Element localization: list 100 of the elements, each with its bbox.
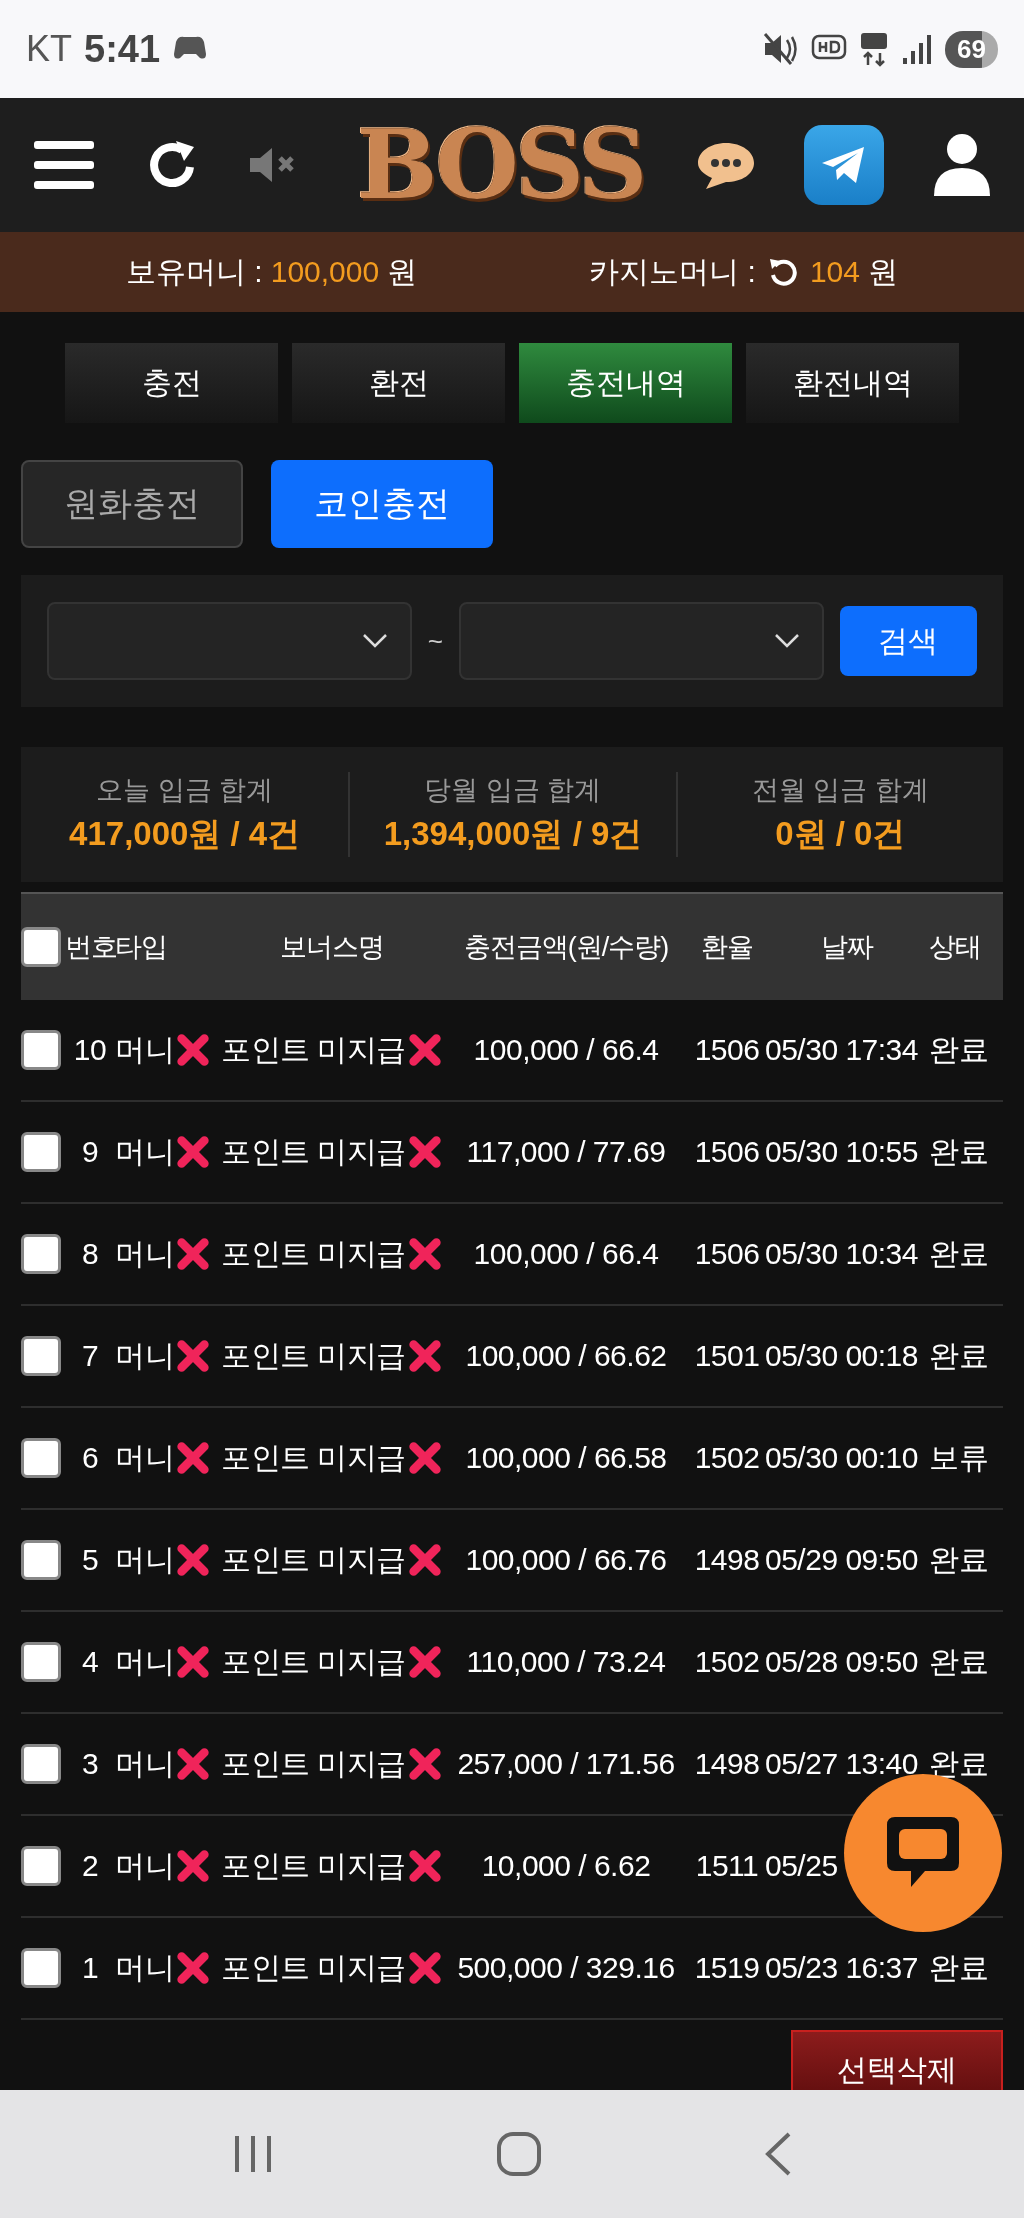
delete-selected-button[interactable]: 선택삭제 — [791, 2030, 1003, 2090]
network-5g-icon — [859, 31, 890, 67]
tab[interactable]: 충전 — [65, 343, 278, 423]
summary-label: 전월 입금 합계 — [751, 774, 929, 807]
tab[interactable]: 환전내역 — [746, 343, 959, 423]
table-cell-text: 포인트 미지급 — [221, 1643, 406, 1680]
table-cell: 10 — [73, 1033, 107, 1067]
table-cell: 117,000 / 77.69 — [466, 1135, 666, 1169]
table-cell: 4 — [81, 1645, 99, 1679]
checkbox[interactable] — [21, 1846, 61, 1886]
tab[interactable]: 환전 — [292, 343, 505, 423]
chevron-down-icon — [773, 633, 800, 649]
table-cell-text: 머니 — [115, 1541, 174, 1578]
table-cell: 1506 — [694, 1033, 760, 1067]
charge-type-button[interactable]: 코인충전 — [271, 460, 493, 548]
cross-icon — [174, 1133, 212, 1171]
refresh-icon[interactable] — [767, 257, 798, 287]
table-cell-text: 포인트 미지급 — [221, 1847, 406, 1884]
table-cell: 500,000 / 329.16 — [457, 1951, 675, 1985]
table-cell-text: 포인트 미지급 — [221, 1133, 406, 1170]
table-cell-text: 포인트 미지급 — [221, 1235, 406, 1272]
cross-icon — [174, 1439, 212, 1477]
table-cell-text: 머니 — [115, 1031, 174, 1068]
cross-icon — [174, 1541, 212, 1579]
table-cell: 1502 — [694, 1441, 760, 1475]
summary-value: 417,000원 / 4건 — [69, 814, 301, 854]
telegram-button[interactable] — [803, 125, 884, 205]
table-cell: 100,000 / 66.58 — [465, 1441, 667, 1475]
carrier-text: KT — [26, 28, 72, 70]
table-cell-text: 포인트 미지급 — [221, 1745, 406, 1782]
table-cell: 100,000 / 66.62 — [465, 1339, 667, 1373]
table-cell: 05/30 10:55 — [765, 1135, 918, 1169]
table-cell: 05/28 09:50 — [765, 1645, 918, 1679]
table-cell-text: 머니 — [115, 1745, 174, 1782]
table-cell: 1506 — [694, 1237, 760, 1271]
table-cell-text: 완료 — [929, 1949, 988, 1986]
checkbox[interactable] — [21, 1438, 61, 1478]
column-header: 타입 — [115, 931, 167, 964]
column-header: 보너스명 — [280, 931, 384, 964]
cross-icon — [174, 1847, 212, 1885]
search-button[interactable]: 검색 — [839, 606, 977, 676]
column-header: 상태 — [929, 931, 981, 964]
checkbox[interactable] — [21, 1540, 61, 1580]
user-button[interactable] — [931, 132, 992, 198]
table-cell: 05/30 00:10 — [765, 1441, 918, 1475]
battery-level: 69 — [945, 30, 998, 68]
checkbox[interactable] — [21, 1642, 61, 1682]
table-cell-text: 머니 — [115, 1337, 174, 1374]
cross-icon — [174, 1745, 212, 1783]
table-cell-text: 머니 — [115, 1439, 174, 1476]
column-header: 날짜 — [821, 931, 873, 964]
table-cell: 1502 — [694, 1645, 760, 1679]
table-cell: 05/27 13:40 — [765, 1747, 918, 1781]
checkbox[interactable] — [21, 927, 61, 967]
clock-text: 5:41 — [84, 27, 161, 71]
casino-money-label: 카지노머니 : — [589, 253, 756, 290]
table-cell: 9 — [81, 1135, 99, 1169]
table-cell-text: 머니 — [115, 1949, 174, 1986]
chevron-down-icon — [361, 633, 388, 649]
checkbox[interactable] — [21, 1336, 61, 1376]
table-cell-text: 포인트 미지급 — [221, 1439, 406, 1476]
table-cell-text: 완료 — [929, 1745, 988, 1782]
table-cell-text: 완료 — [929, 1031, 988, 1068]
checkbox[interactable] — [21, 1030, 61, 1070]
table-cell: 1501 — [694, 1339, 760, 1373]
table-cell: 05/23 16:37 — [765, 1951, 918, 1985]
table-cell: 6 — [81, 1441, 99, 1475]
column-header: 환율 — [701, 931, 753, 964]
table-cell: 1506 — [694, 1135, 760, 1169]
checkbox[interactable] — [21, 1744, 61, 1784]
table-cell-text: 머니 — [115, 1847, 174, 1884]
cross-icon — [174, 1949, 212, 1987]
home-icon[interactable] — [496, 2131, 542, 2177]
table-cell: 1498 — [694, 1747, 760, 1781]
column-header: 번호 — [65, 931, 117, 964]
summary-label: 오늘 입금 합계 — [96, 774, 274, 807]
table-cell: 8 — [81, 1237, 99, 1271]
checkbox[interactable] — [21, 1132, 61, 1172]
casino-money-value: 104 원 — [809, 253, 898, 290]
table-cell-text: 포인트 미지급 — [221, 1541, 406, 1578]
checkbox[interactable] — [21, 1948, 61, 1988]
summary-value: 1,394,000원 / 9건 — [383, 814, 643, 854]
table-cell: 257,000 / 171.56 — [457, 1747, 675, 1781]
summary-label: 당월 입금 합계 — [424, 774, 602, 807]
cross-icon — [174, 1235, 212, 1273]
table-cell-text: 완료 — [929, 1337, 988, 1374]
table-cell: 1498 — [694, 1543, 760, 1577]
table-cell: 100,000 / 66.76 — [465, 1543, 667, 1577]
cross-icon — [174, 1031, 212, 1069]
tab[interactable]: 충전내역 — [519, 343, 732, 423]
table-cell: 2 — [81, 1849, 99, 1883]
table-cell: 05/30 17:34 — [765, 1033, 918, 1067]
table-cell-text: 머니 — [115, 1643, 174, 1680]
mute-icon — [763, 32, 800, 66]
column-header: 충전금액(원/수량) — [463, 931, 669, 964]
checkbox[interactable] — [21, 1234, 61, 1274]
table-cell-text: 완료 — [929, 1643, 988, 1680]
table-cell-text: 완료 — [929, 1541, 988, 1578]
table-cell: 05/30 00:18 — [765, 1339, 918, 1373]
charge-type-button[interactable]: 원화충전 — [21, 460, 243, 548]
